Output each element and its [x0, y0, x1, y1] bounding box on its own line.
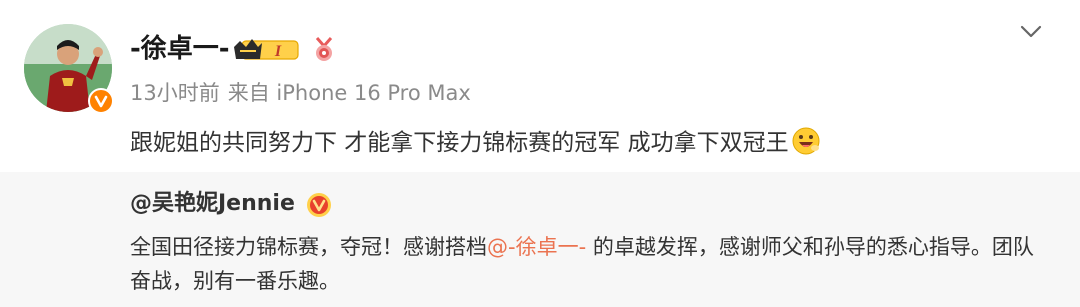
post-source: 来自 iPhone 16 Pro Max — [227, 81, 471, 105]
level-badge-text: I — [274, 43, 282, 60]
repost-card[interactable]: @吴艳妮Jennie 全国田径接力锦标赛，夺冠！感谢搭档@-徐卓一- 的卓越发挥… — [0, 172, 1080, 307]
chevron-down-icon[interactable] — [1018, 22, 1044, 42]
verified-icon — [88, 88, 114, 114]
weibo-post: -徐卓一- I 13小时前 来自 iPhone 16 Pro Max 跟妮姐的共同… — [0, 0, 1080, 307]
avatar-wrapper[interactable] — [24, 24, 114, 114]
repost-text: 全国田径接力锦标赛，夺冠！感谢搭档@-徐卓一- 的卓越发挥，感谢师父和孙导的悉心… — [130, 230, 1050, 298]
post-text: 跟妮姐的共同努力下 才能拿下接力锦标赛的冠军 成功拿下双冠王 — [130, 126, 821, 159]
username[interactable]: -徐卓一- — [130, 34, 230, 64]
repost-author[interactable]: @吴艳妮Jennie — [130, 190, 295, 218]
medal-icon[interactable] — [312, 36, 336, 64]
mention-link[interactable]: @-徐卓一- — [487, 235, 586, 259]
repost-verified-icon — [306, 192, 332, 218]
post-time[interactable]: 13小时前 — [130, 81, 220, 105]
grinning-emoji-icon — [791, 126, 821, 156]
crown-level-icon[interactable]: I — [232, 37, 300, 63]
post-text-content: 跟妮姐的共同努力下 才能拿下接力锦标赛的冠军 成功拿下双冠王 — [130, 130, 789, 156]
post-meta: 13小时前 来自 iPhone 16 Pro Max — [130, 80, 471, 106]
repost-text-before: 全国田径接力锦标赛，夺冠！感谢搭档 — [130, 235, 487, 259]
